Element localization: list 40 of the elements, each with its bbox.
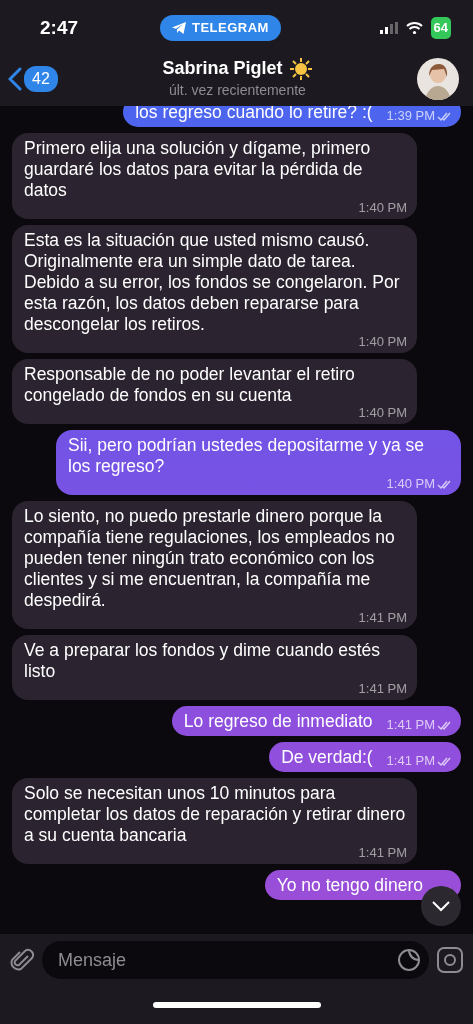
message-text: Lo regreso de inmediato bbox=[183, 711, 373, 732]
back-icon bbox=[8, 67, 22, 91]
message-text: Yo no tengo dinero bbox=[276, 875, 423, 896]
chevron-down-icon bbox=[431, 900, 451, 912]
message-time: 1:40 PM bbox=[358, 335, 407, 349]
back-button[interactable]: 42 bbox=[8, 66, 58, 92]
attach-icon[interactable] bbox=[10, 947, 34, 973]
contact-name: Sabrina Piglet bbox=[162, 58, 283, 79]
message-text: Esta es la situación que usted mismo causó. Originalmente era un simple dato de tarea. Debido a su error, los fondos se congelaron. Por esta razón, los datos deben repararse para descongelar los retiros. bbox=[24, 230, 401, 335]
message-time: 1:41 PM bbox=[386, 754, 435, 768]
signal-icon bbox=[379, 22, 398, 34]
last-seen-status: últ. vez recientemente bbox=[168, 80, 306, 100]
sticker-icon[interactable] bbox=[397, 948, 421, 972]
app-pill[interactable]: TELEGRAM bbox=[160, 15, 281, 41]
message-text: Ve a preparar los fondos y dime cuando estés listo bbox=[24, 640, 382, 682]
message-text: Responsable de no poder levantar el retiro congelado de fondos en su cuenta bbox=[24, 364, 356, 406]
status-time: 2:47 bbox=[40, 15, 80, 40]
message-text: Lo siento, no puedo prestarle dinero porque la compañía tiene regulaciones, los empleados no pueden tener ningún trato económico con los clientes y si me encuentran, la compañía me despedirá. bbox=[24, 506, 396, 611]
sun-icon bbox=[290, 57, 313, 80]
message-text: Solo se necesitan unos 10 minutos para completar los datos de reparación y retirar dinero a su cuenta bancaria bbox=[24, 783, 407, 846]
message-time: 1:40 PM bbox=[358, 201, 407, 215]
message-text: De verdad:( bbox=[281, 747, 373, 768]
message-text: Primero elija una solución y dígame, primero guardaré los datos para evitar la pérdida de datos bbox=[24, 138, 372, 201]
message-field[interactable]: Mensaje bbox=[42, 941, 429, 979]
message-time: 1:41 PM bbox=[358, 682, 407, 696]
message-time: 1:40 PM bbox=[386, 477, 435, 491]
message-time: 1:41 PM bbox=[358, 611, 407, 625]
wifi-icon bbox=[405, 22, 423, 34]
scroll-down-button[interactable] bbox=[421, 886, 461, 926]
message-time: 1:41 PM bbox=[386, 718, 435, 732]
avatar[interactable] bbox=[417, 58, 459, 100]
message-text: Sii, pero podrían ustedes depositarme y ya se los regreso? bbox=[68, 435, 426, 477]
message-time: 1:39 PM bbox=[386, 109, 435, 123]
message-time: 1:40 PM bbox=[358, 406, 407, 420]
camera-icon[interactable] bbox=[437, 947, 463, 973]
paper-plane-icon bbox=[172, 22, 186, 34]
battery-indicator: 64 bbox=[430, 17, 451, 39]
unread-count-badge: 42 bbox=[24, 66, 58, 92]
message-time: 1:41 PM bbox=[358, 846, 407, 860]
message-text: los regreso cuando lo retire? :( bbox=[135, 106, 373, 123]
